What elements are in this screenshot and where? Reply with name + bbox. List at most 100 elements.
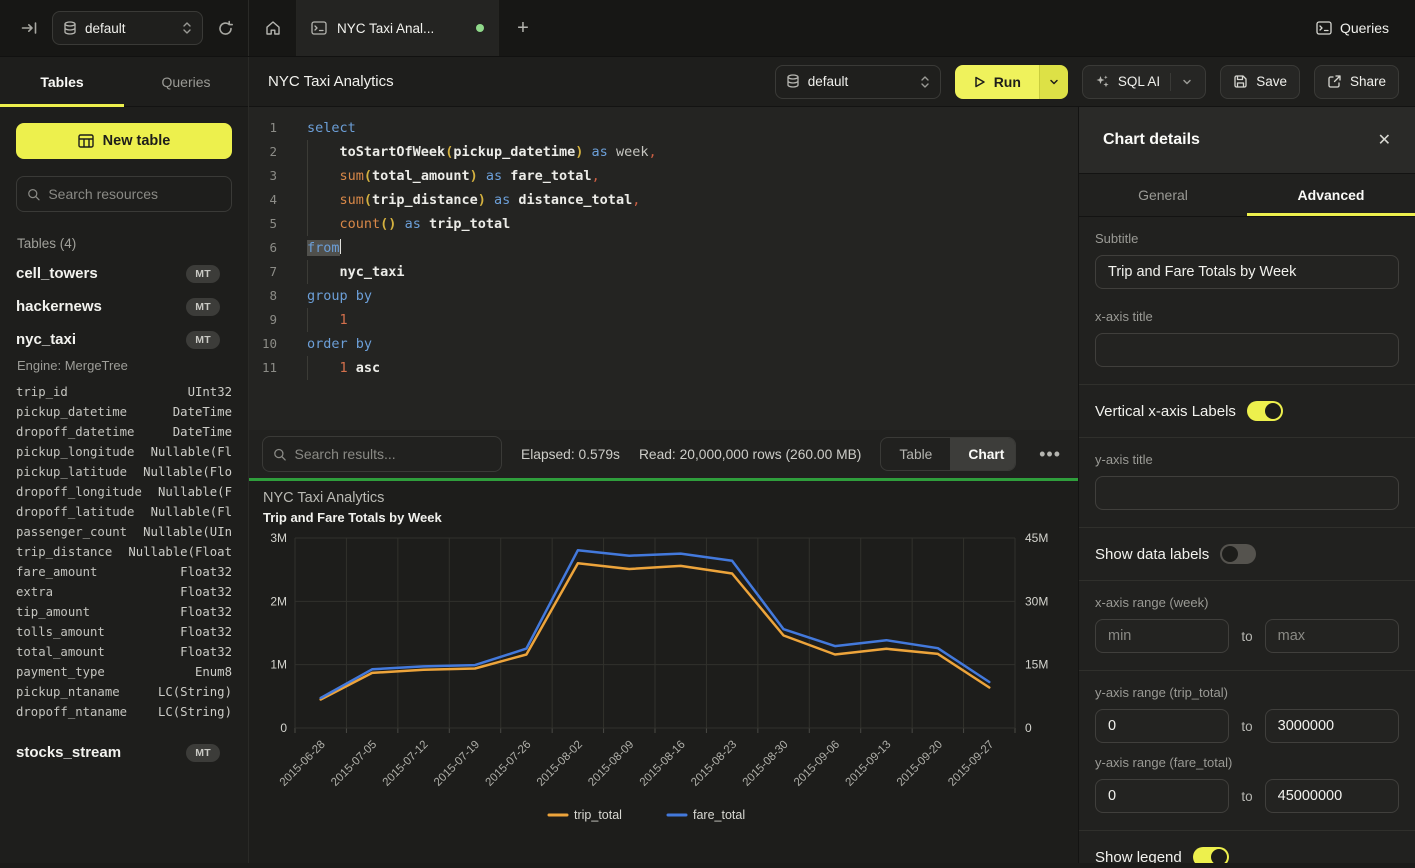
search-icon [273,447,287,462]
line-number: 6 [249,236,293,260]
table-name: stocks_stream [16,744,121,761]
show-data-labels-toggle[interactable] [1220,544,1256,564]
table-item-cell-towers[interactable]: cell_towers MT [16,257,232,290]
vertical-xaxis-labels-toggle[interactable] [1247,401,1283,421]
query-tab[interactable]: NYC Taxi Anal... [297,0,499,56]
column-name: total_amount [16,642,105,662]
show-legend-row: Show legend [1079,831,1415,863]
yaxis-range2-min-input[interactable] [1095,779,1229,813]
text-cursor [340,239,342,254]
tab-general[interactable]: General [1079,174,1247,216]
tab-advanced[interactable]: Advanced [1247,174,1415,216]
search-results-input[interactable] [295,446,491,462]
column-type: Nullable(Fl [151,442,232,462]
yaxis-range2-label: y-axis range (fare_total) [1095,755,1399,770]
share-icon [1327,74,1342,89]
vertical-xaxis-labels-label: Vertical x-axis Labels [1095,403,1236,420]
tab-queries[interactable]: Queries [124,57,248,106]
column-type: UInt32 [188,382,232,402]
subtitle-section: Subtitle [1079,217,1415,295]
column-name: pickup_ntaname [16,682,120,702]
sql-editor[interactable]: 1select2 toStartOfWeek(pickup_datetime) … [249,107,1078,430]
queries-button[interactable]: Queries [1290,0,1415,56]
code-content: order by [293,332,372,356]
results-bar: Elapsed: 0.579s Read: 20,000,000 rows (2… [249,430,1078,478]
x-axis-label: 2015-07-26 [483,739,533,789]
yaxis-title-input[interactable] [1095,476,1399,510]
column-name: dropoff_longitude [16,482,142,502]
yaxis-range1-min-input[interactable] [1095,709,1229,743]
column-type: Float32 [180,642,232,662]
x-axis-label: 2015-08-09 [586,739,636,789]
tab-tables[interactable]: Tables [0,57,124,106]
topbar-left: default [0,0,249,56]
view-toggle-chart[interactable]: Chart [950,438,1016,470]
xaxis-title-section: x-axis title [1079,295,1415,385]
legend-label: fare_total [693,808,745,822]
yaxis-range1-label: y-axis range (trip_total) [1095,685,1399,700]
show-data-labels-row: Show data labels [1079,528,1415,581]
run-options-button[interactable] [1039,65,1068,99]
x-axis-label: 2015-09-06 [792,739,842,789]
svg-text:1M: 1M [270,658,287,672]
xaxis-range-max-input[interactable] [1265,619,1399,653]
code-content: group by [293,284,372,308]
show-legend-toggle[interactable] [1193,847,1229,863]
database-selector[interactable]: default [775,65,941,99]
home-tab[interactable] [249,0,297,56]
database-selector[interactable]: default [52,11,203,45]
yaxis-range2-max-input[interactable] [1265,779,1399,813]
vertical-xaxis-labels-row: Vertical x-axis Labels [1079,385,1415,438]
column-type: Float32 [180,622,232,642]
refresh-icon[interactable] [217,20,234,37]
engine-badge: MT [186,265,220,283]
table-item-hackernews[interactable]: hackernews MT [16,290,232,323]
search-resources-input[interactable] [48,186,221,202]
collapse-sidebar-icon[interactable] [20,19,38,37]
table-name: nyc_taxi [16,331,76,348]
run-button[interactable]: Run [955,65,1039,99]
column-type: Nullable(Float [128,542,232,562]
code-content: select [293,116,356,140]
code-content: nyc_taxi [293,260,405,284]
sidebar: Tables Queries New table Tables (4) cell… [0,57,249,863]
elapsed-stat: Elapsed: 0.579s [521,447,620,462]
save-button[interactable]: Save [1220,65,1300,99]
svg-text:3M: 3M [270,531,287,545]
code-content: from [293,236,341,260]
xaxis-range-min-input[interactable] [1095,619,1229,653]
line-number: 9 [249,308,293,332]
panel-tabs: General Advanced [1079,174,1415,217]
chevron-updown-icon [920,75,930,89]
subtitle-input[interactable] [1095,255,1399,289]
query-title: NYC Taxi Analytics [268,73,394,90]
share-button[interactable]: Share [1314,65,1399,99]
column-type: Float32 [180,602,232,622]
xaxis-range-section: x-axis range (week) to [1079,581,1415,671]
column-type: Float32 [180,562,232,582]
code-content: 1 [293,308,348,332]
more-options-icon[interactable]: ••• [1035,444,1065,465]
share-label: Share [1350,74,1386,89]
close-icon[interactable]: ✕ [1378,130,1391,150]
line-number: 4 [249,188,293,212]
x-axis-label: 2015-08-16 [638,739,688,789]
column-row: dropoff_ntanameLC(String) [16,702,232,722]
new-table-button[interactable]: New table [16,123,232,159]
view-toggle-table[interactable]: Table [881,438,950,470]
line-number: 3 [249,164,293,188]
new-tab-button[interactable]: + [499,0,547,56]
code-line: 6from [249,236,1078,260]
column-row: payment_typeEnum8 [16,662,232,682]
column-name: dropoff_ntaname [16,702,127,722]
yaxis-range1-max-input[interactable] [1265,709,1399,743]
home-icon [264,19,282,37]
sql-ai-button[interactable]: SQL AI [1082,65,1206,99]
xaxis-title-input[interactable] [1095,333,1399,367]
table-item-stocks-stream[interactable]: stocks_stream MT [16,736,232,769]
table-item-nyc-taxi[interactable]: nyc_taxi MT [16,323,232,356]
code-content: sum(total_amount) as fare_total, [293,164,600,188]
line-number: 10 [249,332,293,356]
column-name: dropoff_latitude [16,502,134,522]
yaxis-range1-section: y-axis range (trip_total) to [1079,671,1415,751]
